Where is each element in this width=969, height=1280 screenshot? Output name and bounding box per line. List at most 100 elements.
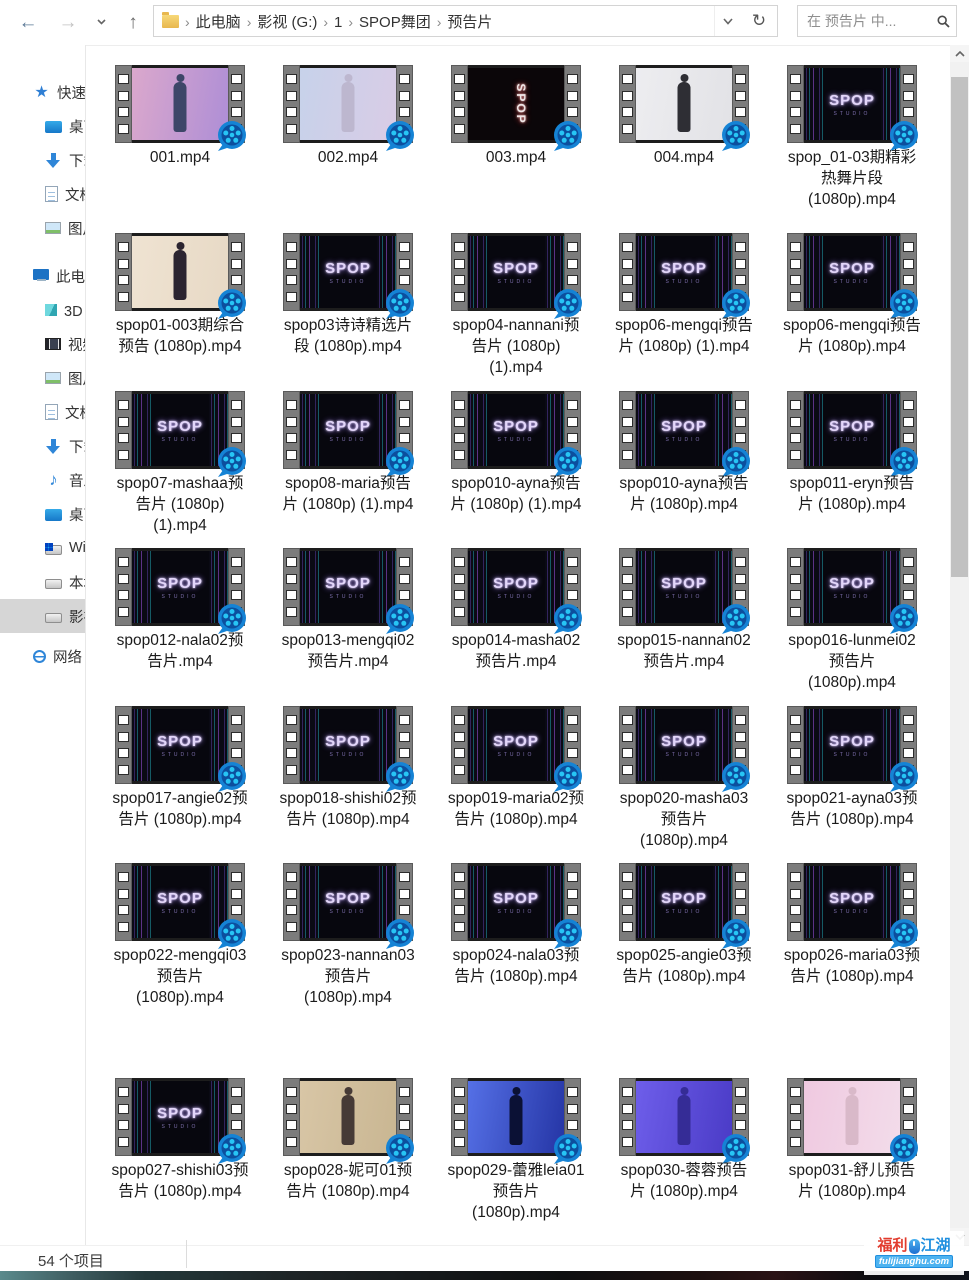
spop-logo: SPOP STUDIO <box>468 236 564 308</box>
breadcrumb-chevron-icon: › <box>323 14 328 30</box>
spop-logo-subtitle: STUDIO <box>834 111 871 117</box>
spop-logo-title: SPOP <box>493 418 539 435</box>
search-icon[interactable] <box>937 15 950 28</box>
sidebar-item[interactable]: 此电脑 <box>0 259 85 293</box>
video-thumbnail: SPOP STUDIO <box>451 233 581 311</box>
thumbnail-frame: SPOP STUDIO <box>468 233 564 311</box>
forward-button[interactable]: → <box>55 9 81 35</box>
file-name: spop03诗诗精选片段 (1080p).mp4 <box>279 315 417 357</box>
video-thumbnail: SPOP STUDIO <box>787 391 917 469</box>
refresh-button[interactable]: ↻ <box>741 5 778 37</box>
video-thumbnail: SPOP <box>451 65 581 143</box>
spop-logo-title: SPOP <box>157 575 203 592</box>
sidebar-item[interactable]: 音乐 <box>0 463 85 497</box>
scrollbar-thumb[interactable] <box>951 77 968 577</box>
spop-logo-subtitle: STUDIO <box>330 594 367 600</box>
breadcrumb-item[interactable]: SPOP舞团 <box>359 14 431 31</box>
thumbnail-frame: SPOP STUDIO <box>132 706 228 784</box>
file-name: spop06-mengqi预告片 (1080p).mp4 <box>783 315 921 357</box>
spop-logo-subtitle: STUDIO <box>162 752 199 758</box>
breadcrumb-item[interactable]: 影视 (G:) <box>257 14 317 31</box>
breadcrumb-item[interactable]: 预告片 <box>447 14 492 31</box>
video-thumbnail <box>283 65 413 143</box>
sidebar-item[interactable]: 下载 <box>0 143 85 177</box>
sidebar-item[interactable]: Windows (C:) <box>0 531 85 565</box>
thumbnail-frame: SPOP STUDIO <box>636 548 732 626</box>
computer-icon <box>33 269 49 280</box>
sidebar-item[interactable]: 图片 <box>0 211 85 245</box>
sidebar-item[interactable]: 本地磁盘 (D:) <box>0 565 85 599</box>
video-thumbnail: SPOP STUDIO <box>283 233 413 311</box>
sidebar-item[interactable]: 视频 <box>0 327 85 361</box>
sidebar-item-label: 下载 <box>69 150 85 171</box>
spop-logo-title: SPOP <box>157 1105 203 1122</box>
download-icon <box>45 152 62 169</box>
star-icon <box>33 84 50 101</box>
file-name: spop07-mashaa预告片 (1080p) (1).mp4 <box>111 473 249 536</box>
thumbnail-frame: SPOP STUDIO <box>132 548 228 626</box>
address-bar[interactable]: ›此电脑›影视 (G:)›1›SPOP舞团›预告片 <box>153 5 742 37</box>
sidebar-item[interactable]: 快速访问 <box>0 75 85 109</box>
drive-icon <box>45 579 62 589</box>
sidebar-item-label: 桌面 <box>69 504 85 525</box>
dancer-figure <box>678 82 691 132</box>
filmstrip-holes-left <box>283 548 300 626</box>
file-name: spop026-maria03预告片 (1080p).mp4 <box>783 945 921 987</box>
breadcrumb-item[interactable]: 1 <box>334 14 342 31</box>
filmstrip-holes-left <box>451 1078 468 1156</box>
thumbnail-frame <box>300 65 396 143</box>
spop-logo-title: SPOP <box>829 260 875 277</box>
sidebar-item[interactable]: 文档 <box>0 395 85 429</box>
sidebar-item[interactable]: 3D 对象 <box>0 293 85 327</box>
thumbnail-frame: SPOP STUDIO <box>132 391 228 469</box>
status-bar: 54 个项目 <box>0 1245 969 1272</box>
file-name: spop010-ayna预告片 (1080p) (1).mp4 <box>447 473 585 515</box>
status-bar-divider <box>186 1240 187 1268</box>
video-thumbnail: SPOP STUDIO <box>451 548 581 626</box>
up-button[interactable]: ↑ <box>120 9 146 35</box>
file-name: spop_01-03期精彩热舞片段 (1080p).mp4 <box>783 147 921 210</box>
recent-locations-chevron-icon[interactable] <box>92 9 110 35</box>
thumbnail-frame: SPOP STUDIO <box>132 863 228 941</box>
filmstrip-holes-left <box>283 706 300 784</box>
file-name: spop017-angie02预告片 (1080p).mp4 <box>111 788 249 830</box>
dancer-figure <box>342 1095 355 1145</box>
file-name: spop023-nannan03预告片 (1080p).mp4 <box>279 945 417 1008</box>
spop-logo: SPOP STUDIO <box>804 394 900 466</box>
thumbnail-frame: SPOP STUDIO <box>300 233 396 311</box>
spop-vertical-logo: SPOP <box>514 83 528 124</box>
scroll-up-arrow-icon[interactable] <box>950 45 969 62</box>
sidebar-item[interactable]: 文档 <box>0 177 85 211</box>
spop-logo-title: SPOP <box>325 890 371 907</box>
filmstrip-holes-left <box>115 391 132 469</box>
sidebar-item[interactable]: 下载 <box>0 429 85 463</box>
sidebar-item[interactable]: 图片 <box>0 361 85 395</box>
cube-icon <box>45 304 57 316</box>
spop-logo: SPOP STUDIO <box>132 866 228 938</box>
thumbnail-frame <box>636 1078 732 1156</box>
video-thumbnail: SPOP STUDIO <box>115 548 245 626</box>
address-dropdown-chevron-icon[interactable] <box>714 6 741 36</box>
sidebar-item[interactable]: 影视 (G:) <box>0 599 85 633</box>
vertical-scrollbar[interactable] <box>950 45 969 1245</box>
file-name: 003.mp4 <box>447 147 585 168</box>
spop-logo: SPOP STUDIO <box>468 551 564 623</box>
thumbnail-frame: SPOP STUDIO <box>804 233 900 311</box>
sidebar-item-label: 下载 <box>69 436 85 457</box>
sidebar-item[interactable]: 网络 <box>0 639 85 673</box>
sidebar-item[interactable]: 桌面 <box>0 497 85 531</box>
video-thumbnail: SPOP STUDIO <box>115 1078 245 1156</box>
sidebar-item-label: 图片 <box>68 368 85 389</box>
spop-logo-subtitle: STUDIO <box>834 909 871 915</box>
spop-logo-title: SPOP <box>661 575 707 592</box>
video-thumbnail: SPOP STUDIO <box>787 233 917 311</box>
breadcrumb-item[interactable]: 此电脑 <box>196 14 241 31</box>
spop-logo: SPOP STUDIO <box>636 551 732 623</box>
spop-logo: SPOP STUDIO <box>804 68 900 140</box>
video-thumbnail: SPOP STUDIO <box>619 706 749 784</box>
search-box[interactable]: 在 预告片 中... <box>797 5 957 37</box>
back-button[interactable]: ← <box>15 9 41 35</box>
spop-logo-subtitle: STUDIO <box>330 752 367 758</box>
sidebar-item[interactable]: 桌面 <box>0 109 85 143</box>
spop-logo-subtitle: STUDIO <box>162 909 199 915</box>
